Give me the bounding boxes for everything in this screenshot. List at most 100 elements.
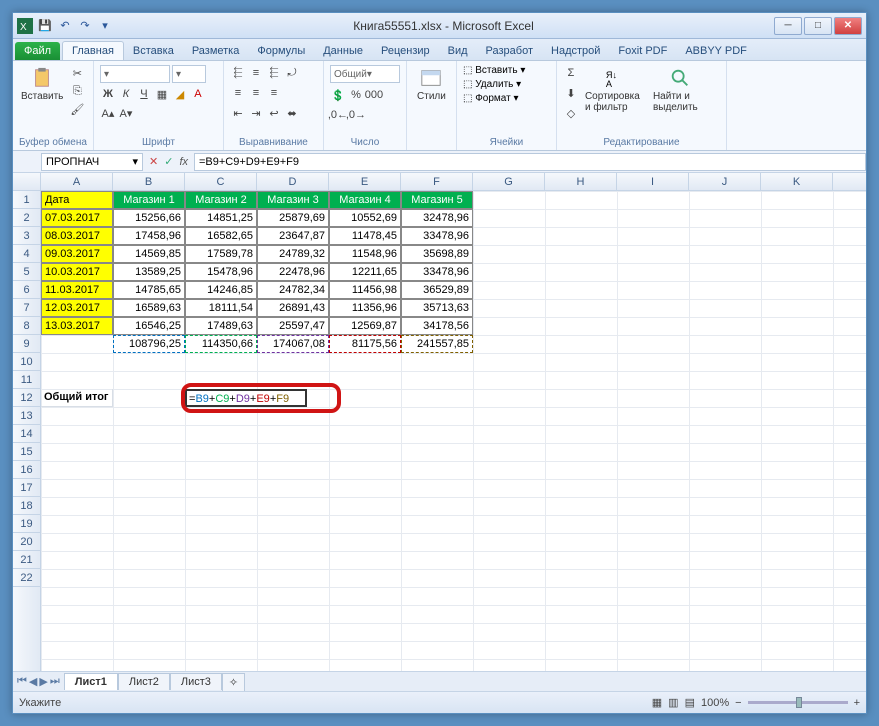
cell[interactable]: 12569,87 bbox=[329, 317, 401, 335]
maximize-button[interactable]: □ bbox=[804, 17, 832, 35]
close-button[interactable]: ✕ bbox=[834, 17, 862, 35]
cell[interactable]: Дата bbox=[41, 191, 113, 209]
cell[interactable]: 11548,96 bbox=[329, 245, 401, 263]
tab-home[interactable]: Главная bbox=[62, 41, 124, 60]
format-cells-button[interactable]: ⬚ Формат ▾ bbox=[463, 93, 550, 104]
styles-button[interactable]: Стили bbox=[413, 65, 450, 104]
cell[interactable]: 108796,25 bbox=[113, 335, 185, 353]
cell[interactable]: 11478,45 bbox=[329, 227, 401, 245]
minimize-button[interactable]: ─ bbox=[774, 17, 802, 35]
dec-decimal-icon[interactable]: ,0→ bbox=[348, 107, 364, 123]
cell[interactable]: 18111,54 bbox=[185, 299, 257, 317]
cell[interactable]: 24782,34 bbox=[257, 281, 329, 299]
align-top-icon[interactable]: ⬱ bbox=[230, 65, 246, 81]
cell[interactable]: 24789,32 bbox=[257, 245, 329, 263]
cell[interactable]: 12211,65 bbox=[329, 263, 401, 281]
autosum-icon[interactable]: Σ bbox=[563, 65, 579, 81]
view-normal-icon[interactable]: ▦ bbox=[652, 696, 662, 709]
cell[interactable]: 14785,65 bbox=[113, 281, 185, 299]
inc-decimal-icon[interactable]: ,0← bbox=[330, 107, 346, 123]
inc-indent-icon[interactable]: ⇥ bbox=[248, 105, 264, 121]
row-header[interactable]: 11 bbox=[13, 371, 40, 389]
col-header[interactable]: D bbox=[257, 173, 329, 190]
cell[interactable]: 14569,85 bbox=[113, 245, 185, 263]
zoom-out-icon[interactable]: − bbox=[735, 697, 741, 709]
col-header[interactable]: E bbox=[329, 173, 401, 190]
col-header[interactable]: F bbox=[401, 173, 473, 190]
insert-cells-button[interactable]: ⬚ Вставить ▾ bbox=[463, 65, 550, 76]
col-header[interactable]: C bbox=[185, 173, 257, 190]
sort-filter-button[interactable]: Я↓А Сортировка и фильтр bbox=[583, 65, 647, 115]
cell[interactable]: 10.03.2017 bbox=[41, 263, 113, 281]
tab-foxit[interactable]: Foxit PDF bbox=[609, 42, 676, 60]
row-header[interactable]: 1 bbox=[13, 191, 40, 209]
cut-icon[interactable]: ✂ bbox=[69, 65, 85, 81]
bold-icon[interactable]: Ж bbox=[100, 86, 116, 102]
align-mid-icon[interactable]: ≡ bbox=[248, 65, 264, 81]
row-header[interactable]: 10 bbox=[13, 353, 40, 371]
row-header[interactable]: 22 bbox=[13, 569, 40, 587]
select-all-corner[interactable] bbox=[13, 173, 41, 190]
chevron-down-icon[interactable]: ▾ bbox=[132, 155, 138, 168]
row-header[interactable]: 21 bbox=[13, 551, 40, 569]
cell[interactable]: 174067,08 bbox=[257, 335, 329, 353]
fill-color-icon[interactable]: ◢ bbox=[172, 86, 188, 102]
row-header[interactable]: 16 bbox=[13, 461, 40, 479]
editing-cell[interactable]: =B9+C9+D9+E9+F9 bbox=[185, 389, 307, 407]
row-header[interactable]: 15 bbox=[13, 443, 40, 461]
cell[interactable]: 241557,85 bbox=[401, 335, 473, 353]
fx-icon[interactable]: fx bbox=[179, 156, 188, 168]
cell[interactable]: 26891,43 bbox=[257, 299, 329, 317]
tab-layout[interactable]: Разметка bbox=[183, 42, 249, 60]
delete-cells-button[interactable]: ⬚ Удалить ▾ bbox=[463, 79, 550, 90]
sheet-tab-3[interactable]: Лист3 bbox=[170, 673, 222, 690]
cell[interactable]: 32478,96 bbox=[401, 209, 473, 227]
cell[interactable]: 07.03.2017 bbox=[41, 209, 113, 227]
font-combo[interactable]: ▾ bbox=[100, 65, 170, 83]
col-header[interactable]: H bbox=[545, 173, 617, 190]
cell[interactable]: Магазин 4 bbox=[329, 191, 401, 209]
name-box[interactable]: ПРОПНАЧ▾ bbox=[41, 153, 143, 171]
row-header[interactable]: 14 bbox=[13, 425, 40, 443]
row-header[interactable]: 18 bbox=[13, 497, 40, 515]
save-icon[interactable]: 💾 bbox=[37, 18, 53, 34]
row-header[interactable]: 5 bbox=[13, 263, 40, 281]
row-header[interactable]: 8 bbox=[13, 317, 40, 335]
decrease-font-icon[interactable]: A▾ bbox=[118, 105, 134, 121]
tab-formulas[interactable]: Формулы bbox=[248, 42, 314, 60]
row-header[interactable]: 12 bbox=[13, 389, 40, 407]
cell[interactable]: 36529,89 bbox=[401, 281, 473, 299]
wrap-icon[interactable]: ↩ bbox=[266, 105, 282, 121]
cell[interactable]: 34178,56 bbox=[401, 317, 473, 335]
cell[interactable]: 14246,85 bbox=[185, 281, 257, 299]
cell[interactable]: 13.03.2017 bbox=[41, 317, 113, 335]
row-header[interactable]: 9 bbox=[13, 335, 40, 353]
sheet-nav-next-icon[interactable]: ▶ bbox=[39, 675, 47, 688]
cell[interactable]: 15478,96 bbox=[185, 263, 257, 281]
undo-icon[interactable]: ↶ bbox=[57, 18, 73, 34]
increase-font-icon[interactable]: A▴ bbox=[100, 105, 116, 121]
row-header[interactable]: 3 bbox=[13, 227, 40, 245]
zoom-slider[interactable] bbox=[748, 701, 848, 704]
cell[interactable]: Магазин 2 bbox=[185, 191, 257, 209]
cell[interactable]: 17458,96 bbox=[113, 227, 185, 245]
currency-icon[interactable]: 💲 bbox=[330, 87, 346, 103]
copy-icon[interactable]: ⎘ bbox=[69, 83, 85, 99]
align-left-icon[interactable]: ≡ bbox=[230, 85, 246, 101]
col-header[interactable]: B bbox=[113, 173, 185, 190]
zoom-in-icon[interactable]: + bbox=[854, 697, 860, 709]
worksheet-grid[interactable]: A B C D E F G H I J K 123456789101112131… bbox=[13, 173, 866, 671]
formula-bar[interactable]: =B9+C9+D9+E9+F9 bbox=[194, 153, 866, 171]
cell[interactable]: 23647,87 bbox=[257, 227, 329, 245]
cell[interactable]: 15256,66 bbox=[113, 209, 185, 227]
number-format-combo[interactable]: Общий ▾ bbox=[330, 65, 400, 83]
orientation-icon[interactable]: ⤾ bbox=[284, 65, 300, 81]
row-header[interactable]: 6 bbox=[13, 281, 40, 299]
font-color-icon[interactable]: A bbox=[190, 86, 206, 102]
cell[interactable]: 16546,25 bbox=[113, 317, 185, 335]
cell[interactable]: 11456,98 bbox=[329, 281, 401, 299]
cell[interactable]: 12.03.2017 bbox=[41, 299, 113, 317]
align-bot-icon[interactable]: ⬱ bbox=[266, 65, 282, 81]
cell[interactable]: 35698,89 bbox=[401, 245, 473, 263]
cell[interactable]: 17489,63 bbox=[185, 317, 257, 335]
